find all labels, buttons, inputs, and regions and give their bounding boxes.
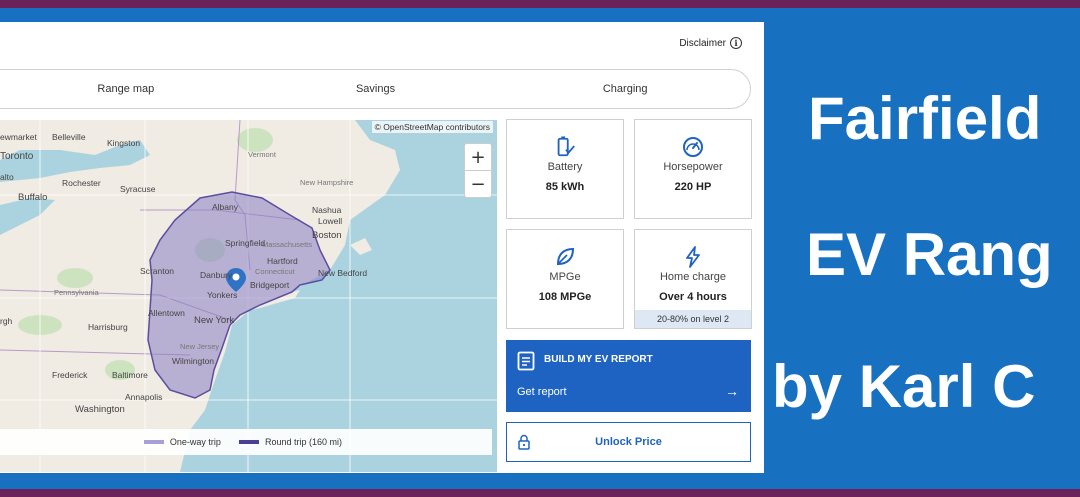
place-label: Toronto [0,151,34,162]
place-label: New Bedford [318,268,368,278]
tab-bar: Range map Savings Charging [0,69,751,109]
lock-icon [518,434,530,450]
arrow-right-icon: → [725,383,739,399]
legend-label: One-way trip [169,437,221,447]
range-map[interactable]: ewmarket Belleville Kingston Toronto alt… [0,120,497,472]
cape-cod [350,238,372,255]
place-label: rgh [0,316,13,326]
place-label: Vermont [248,150,276,159]
place-label: alto [0,172,14,182]
stat-value: 220 HP [674,181,712,193]
place-label: Annapolis [125,392,163,402]
place-label: Syracuse [120,184,156,194]
place-label: Boston [312,230,342,241]
report-subtitle: Get report [517,386,567,398]
place-label: Allentown [148,308,185,318]
place-label: Washington [75,404,125,415]
place-label: Buffalo [18,192,48,203]
report-title: BUILD MY EV REPORT [544,354,653,365]
mpge-card: MPGe 108 MPGe [506,229,624,329]
stat-value: 108 MPGe [538,291,592,303]
place-label: Baltimore [112,370,148,380]
place-label: Yonkers [207,290,238,300]
stat-label: MPGe [549,271,581,283]
unlock-label: Unlock Price [595,436,662,448]
place-label: Pennsylvania [54,288,99,297]
gauge-icon [683,137,703,157]
battery-card: Battery 85 kWh [506,119,624,219]
place-label: ewmarket [0,132,37,142]
place-label: New Jersey [180,342,220,351]
legend-swatch [143,440,164,444]
home-charge-card: Home charge Over 4 hours 20-80% on level… [634,229,752,329]
place-label: Rochester [62,178,101,188]
place-label: Wilmington [172,356,215,366]
place-label: Albany [212,202,238,212]
leaf-icon [556,247,575,266]
place-label: Scranton [140,266,175,276]
place-label: Danbury [200,270,233,280]
place-label: Hartford [267,256,298,266]
legend-swatch [238,440,259,444]
park-area [237,128,273,152]
place-label: Nashua [312,205,342,215]
banner-title-line-1: Fairfield [808,85,1042,152]
place-label: New York [194,315,235,326]
map-legend: One-way trip Round trip (160 mi) [0,429,492,455]
disclaimer-link[interactable]: Disclaimer i [679,37,742,49]
tab-savings[interactable]: Savings [251,70,501,108]
place-label: Bridgeport [250,280,290,290]
place-label: Lowell [318,216,343,226]
zoom-out-button[interactable]: − [465,171,491,198]
battery-icon [557,136,575,157]
place-label: Massachusetts [262,240,313,249]
stat-value: 85 kWh [545,181,585,193]
unlock-price-button[interactable]: Unlock Price [506,422,751,462]
place-label: Kingston [107,138,141,148]
legend-one-way: One-way trip [143,437,221,447]
zoom-control: + − [464,143,492,198]
ev-range-widget: Disclaimer i Range map Savings Charging [0,22,764,473]
map-attribution: © OpenStreetMap contributors [371,121,493,133]
place-label: Connecticut [255,267,295,276]
legend-round-trip: Round trip (160 mi) [238,437,342,447]
place-label: New Hampshire [300,178,354,187]
place-label: Harrisburg [88,322,128,332]
stat-value: Over 4 hours [659,291,727,303]
stat-label: Horsepower [663,161,723,173]
place-label: Springfield [225,238,266,248]
zoom-in-button[interactable]: + [465,144,491,171]
stat-label: Home charge [659,271,727,283]
document-icon [517,351,535,371]
range-area [147,191,331,399]
lightning-icon [686,246,700,268]
horsepower-card: Horsepower 220 HP [634,119,752,219]
stat-label: Battery [547,161,583,173]
place-label: Frederick [52,370,88,380]
banner-title-line-2: EV Rang [806,221,1053,288]
place-label: Belleville [52,132,86,142]
disclaimer-label: Disclaimer [679,37,726,49]
stat-note: 20-80% on level 2 [635,310,751,328]
build-ev-report-button[interactable]: BUILD MY EV REPORT Get report → [506,340,751,412]
tab-charging[interactable]: Charging [500,70,750,108]
tab-range-map[interactable]: Range map [1,70,251,108]
banner-title-line-3: by Karl C [772,353,1036,420]
park-area [57,268,93,288]
legend-label: Round trip (160 mi) [264,437,342,447]
info-icon: i [730,37,742,49]
